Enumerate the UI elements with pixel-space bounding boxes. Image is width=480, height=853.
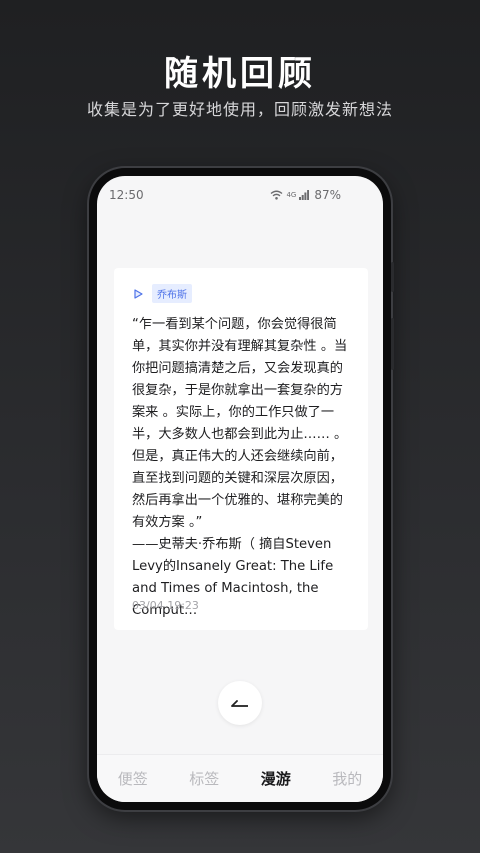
power-button: [391, 262, 394, 292]
play-icon: [134, 288, 143, 299]
battery-label: 87%: [314, 188, 341, 202]
tab-me[interactable]: 我的: [328, 762, 366, 795]
status-indicators: 4G 87%: [270, 188, 341, 202]
note-content: “乍一看到某个问题，你会觉得很简单，其实你并没有理解其复杂性 。当你把问题搞清楚…: [132, 317, 348, 618]
network-label: 4G: [286, 190, 297, 199]
phone-frame: 12:50 4G 87% 乔布斯 “乍一看到某个问题，你会觉得很简单，其实你并没…: [89, 168, 394, 810]
tab-tags[interactable]: 标签: [185, 762, 223, 795]
tab-notes[interactable]: 便签: [114, 762, 152, 795]
wifi-icon: [270, 190, 283, 200]
note-timestamp: 03/04 19:23: [132, 599, 199, 612]
note-card[interactable]: 乔布斯 “乍一看到某个问题，你会觉得很简单，其实你并没有理解其复杂性 。当你把问…: [114, 268, 368, 630]
volume-button: [391, 318, 394, 370]
note-tag[interactable]: 乔布斯: [152, 284, 192, 303]
note-meta: 乔布斯: [132, 284, 192, 303]
hero-title: 随机回顾: [164, 54, 316, 94]
back-arrow-icon: [231, 700, 248, 707]
status-time: 12:50: [109, 188, 144, 202]
tab-roam[interactable]: 漫游: [257, 762, 295, 795]
hero-subtitle: 收集是为了更好地使用，回顾激发新想法: [86, 100, 393, 119]
bottom-tab-bar: 便签 标签 漫游 我的: [97, 754, 383, 802]
back-button[interactable]: [218, 681, 262, 725]
signal-icon: [299, 190, 310, 200]
status-bar: 12:50 4G 87%: [97, 176, 383, 212]
phone-screen: 12:50 4G 87% 乔布斯 “乍一看到某个问题，你会觉得很简单，其实你并没…: [97, 176, 383, 802]
